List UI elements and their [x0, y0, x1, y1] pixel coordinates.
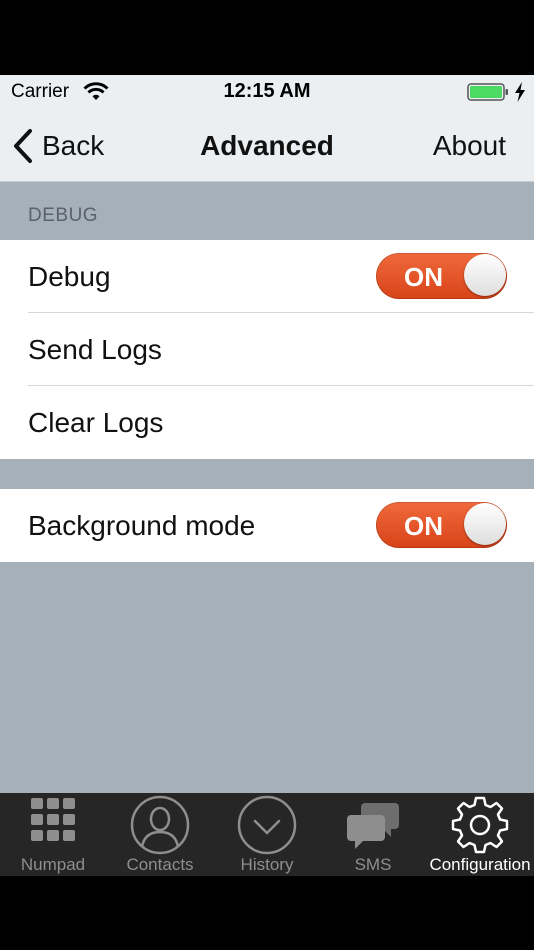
clock: 12:15 AM [223, 80, 311, 102]
tab-numpad[interactable]: Numpad [0, 793, 106, 876]
tab-history[interactable]: History [214, 793, 320, 876]
section-header-debug: DEBUG [28, 205, 99, 226]
numpad-icon [31, 798, 75, 841]
debug-settings-group: Debug ON Send Logs Clear Logs [0, 240, 534, 459]
debug-toggle-state: ON [404, 262, 443, 292]
history-icon [237, 795, 297, 855]
navigation-bar: Back Advanced About [0, 108, 534, 182]
status-bar: Carrier 12:15 AM [0, 75, 534, 108]
gear-icon [451, 796, 509, 854]
background-mode-toggle-state: ON [404, 511, 443, 541]
background-mode-label: Background mode [28, 509, 256, 541]
tab-configuration[interactable]: Configuration [427, 793, 533, 876]
tab-label: Numpad [20, 855, 86, 874]
tab-label: SMS [354, 855, 392, 874]
background-settings-group: Background mode ON [0, 489, 534, 562]
send-logs-label: Send Logs [28, 333, 162, 365]
tab-contacts[interactable]: Contacts [107, 793, 213, 876]
send-logs-row[interactable]: Send Logs [0, 313, 534, 386]
toggle-knob [464, 254, 506, 296]
tab-sms[interactable]: SMS [320, 793, 426, 876]
debug-toggle[interactable]: ON [376, 253, 507, 299]
about-button[interactable]: About [433, 130, 506, 162]
tab-label: Contacts [126, 855, 194, 874]
debug-row: Debug ON [0, 240, 534, 313]
tab-bar: Numpad Contacts History SMS Configuratio… [0, 793, 534, 876]
background-mode-row: Background mode ON [0, 489, 534, 562]
toggle-knob [464, 503, 506, 545]
sms-icon [347, 803, 399, 849]
contacts-icon [130, 795, 190, 855]
app-screen: Carrier 12:15 AM Back Advanced About DEB… [0, 75, 534, 876]
battery-icon [467, 83, 508, 101]
tab-label: Configuration [429, 855, 531, 874]
background-mode-toggle[interactable]: ON [376, 502, 507, 548]
clear-logs-label: Clear Logs [28, 406, 164, 438]
charging-bolt-icon [515, 82, 525, 102]
debug-label: Debug [28, 260, 111, 292]
clear-logs-row[interactable]: Clear Logs [0, 386, 534, 459]
tab-label: History [240, 855, 294, 874]
